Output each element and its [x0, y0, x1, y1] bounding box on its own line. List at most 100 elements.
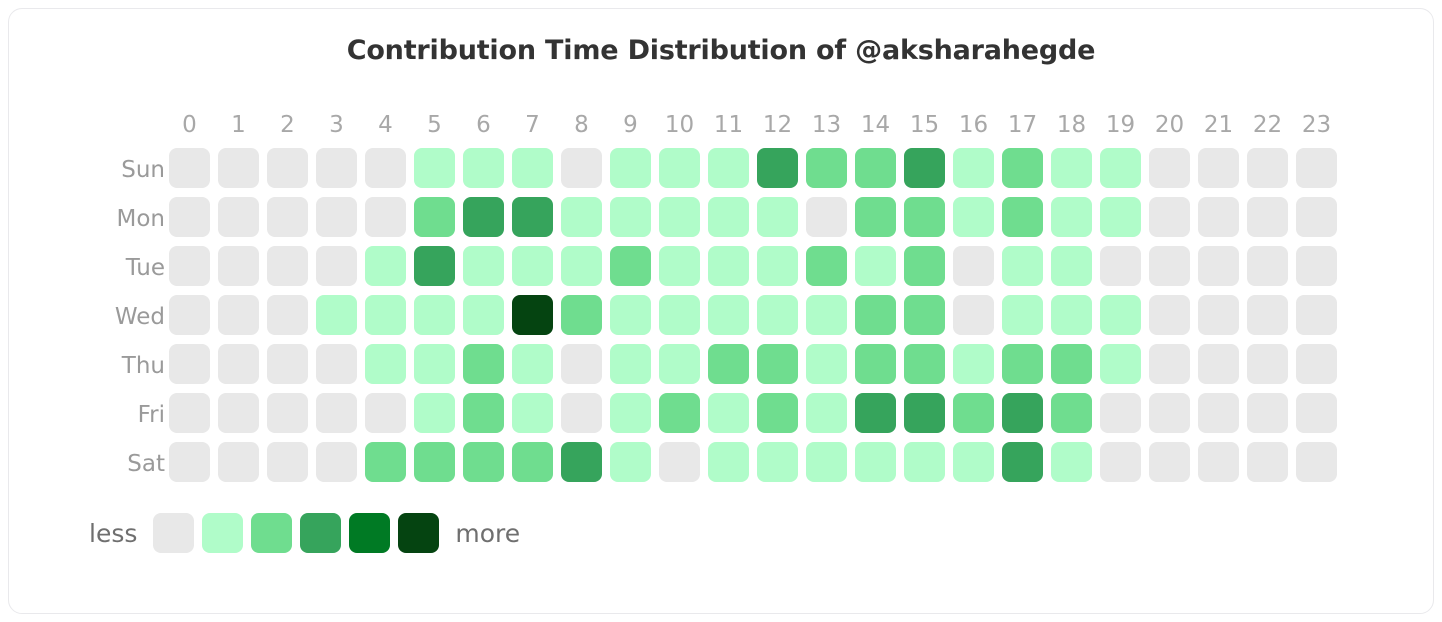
heatmap-cell-wed-3[interactable] — [312, 292, 361, 341]
heatmap-cell-fri-18[interactable] — [1047, 390, 1096, 439]
heatmap-cell-mon-16[interactable] — [949, 194, 998, 243]
heatmap-cell-fri-22[interactable] — [1243, 390, 1292, 439]
heatmap-cell-thu-9[interactable] — [606, 341, 655, 390]
heatmap-cell-sat-3[interactable] — [312, 439, 361, 488]
heatmap-cell-sun-12[interactable] — [753, 145, 802, 194]
heatmap-cell-sat-23[interactable] — [1292, 439, 1341, 488]
heatmap-cell-tue-1[interactable] — [214, 243, 263, 292]
heatmap-cell-wed-7[interactable] — [508, 292, 557, 341]
heatmap-cell-mon-8[interactable] — [557, 194, 606, 243]
heatmap-cell-tue-13[interactable] — [802, 243, 851, 292]
heatmap-cell-tue-22[interactable] — [1243, 243, 1292, 292]
heatmap-cell-mon-5[interactable] — [410, 194, 459, 243]
heatmap-cell-fri-16[interactable] — [949, 390, 998, 439]
heatmap-cell-tue-18[interactable] — [1047, 243, 1096, 292]
heatmap-cell-thu-19[interactable] — [1096, 341, 1145, 390]
heatmap-cell-wed-17[interactable] — [998, 292, 1047, 341]
heatmap-cell-mon-12[interactable] — [753, 194, 802, 243]
heatmap-cell-sun-17[interactable] — [998, 145, 1047, 194]
heatmap-cell-thu-10[interactable] — [655, 341, 704, 390]
heatmap-cell-sat-18[interactable] — [1047, 439, 1096, 488]
heatmap-cell-mon-19[interactable] — [1096, 194, 1145, 243]
heatmap-cell-wed-20[interactable] — [1145, 292, 1194, 341]
heatmap-cell-thu-14[interactable] — [851, 341, 900, 390]
heatmap-cell-mon-15[interactable] — [900, 194, 949, 243]
heatmap-cell-mon-21[interactable] — [1194, 194, 1243, 243]
heatmap-cell-sun-4[interactable] — [361, 145, 410, 194]
heatmap-cell-fri-19[interactable] — [1096, 390, 1145, 439]
heatmap-cell-fri-6[interactable] — [459, 390, 508, 439]
heatmap-cell-thu-22[interactable] — [1243, 341, 1292, 390]
heatmap-cell-mon-22[interactable] — [1243, 194, 1292, 243]
heatmap-cell-tue-10[interactable] — [655, 243, 704, 292]
heatmap-cell-wed-21[interactable] — [1194, 292, 1243, 341]
heatmap-cell-thu-11[interactable] — [704, 341, 753, 390]
heatmap-cell-thu-0[interactable] — [165, 341, 214, 390]
heatmap-cell-thu-20[interactable] — [1145, 341, 1194, 390]
heatmap-cell-sat-12[interactable] — [753, 439, 802, 488]
heatmap-cell-thu-5[interactable] — [410, 341, 459, 390]
heatmap-cell-wed-18[interactable] — [1047, 292, 1096, 341]
heatmap-cell-fri-0[interactable] — [165, 390, 214, 439]
heatmap-cell-wed-10[interactable] — [655, 292, 704, 341]
heatmap-cell-mon-10[interactable] — [655, 194, 704, 243]
heatmap-cell-sun-16[interactable] — [949, 145, 998, 194]
heatmap-cell-sun-9[interactable] — [606, 145, 655, 194]
heatmap-cell-wed-0[interactable] — [165, 292, 214, 341]
heatmap-cell-sun-3[interactable] — [312, 145, 361, 194]
heatmap-cell-thu-6[interactable] — [459, 341, 508, 390]
heatmap-cell-mon-7[interactable] — [508, 194, 557, 243]
heatmap-cell-sat-14[interactable] — [851, 439, 900, 488]
heatmap-cell-fri-12[interactable] — [753, 390, 802, 439]
heatmap-cell-fri-21[interactable] — [1194, 390, 1243, 439]
heatmap-cell-fri-4[interactable] — [361, 390, 410, 439]
heatmap-cell-sat-17[interactable] — [998, 439, 1047, 488]
heatmap-cell-wed-5[interactable] — [410, 292, 459, 341]
heatmap-cell-thu-8[interactable] — [557, 341, 606, 390]
heatmap-cell-sat-5[interactable] — [410, 439, 459, 488]
heatmap-cell-sat-2[interactable] — [263, 439, 312, 488]
heatmap-cell-sun-19[interactable] — [1096, 145, 1145, 194]
heatmap-cell-wed-19[interactable] — [1096, 292, 1145, 341]
heatmap-cell-sun-23[interactable] — [1292, 145, 1341, 194]
heatmap-cell-fri-23[interactable] — [1292, 390, 1341, 439]
heatmap-cell-fri-2[interactable] — [263, 390, 312, 439]
heatmap-cell-sat-0[interactable] — [165, 439, 214, 488]
heatmap-cell-thu-7[interactable] — [508, 341, 557, 390]
heatmap-cell-tue-12[interactable] — [753, 243, 802, 292]
heatmap-cell-fri-1[interactable] — [214, 390, 263, 439]
heatmap-cell-wed-9[interactable] — [606, 292, 655, 341]
heatmap-cell-tue-5[interactable] — [410, 243, 459, 292]
heatmap-cell-mon-23[interactable] — [1292, 194, 1341, 243]
heatmap-cell-mon-3[interactable] — [312, 194, 361, 243]
heatmap-cell-mon-17[interactable] — [998, 194, 1047, 243]
heatmap-cell-tue-23[interactable] — [1292, 243, 1341, 292]
heatmap-cell-wed-4[interactable] — [361, 292, 410, 341]
heatmap-cell-wed-8[interactable] — [557, 292, 606, 341]
heatmap-cell-thu-15[interactable] — [900, 341, 949, 390]
heatmap-cell-sat-11[interactable] — [704, 439, 753, 488]
heatmap-cell-mon-0[interactable] — [165, 194, 214, 243]
heatmap-cell-fri-14[interactable] — [851, 390, 900, 439]
heatmap-cell-tue-9[interactable] — [606, 243, 655, 292]
heatmap-cell-fri-15[interactable] — [900, 390, 949, 439]
heatmap-cell-tue-3[interactable] — [312, 243, 361, 292]
heatmap-cell-sun-15[interactable] — [900, 145, 949, 194]
heatmap-cell-sun-22[interactable] — [1243, 145, 1292, 194]
heatmap-cell-tue-2[interactable] — [263, 243, 312, 292]
heatmap-cell-tue-16[interactable] — [949, 243, 998, 292]
heatmap-cell-tue-19[interactable] — [1096, 243, 1145, 292]
heatmap-cell-tue-14[interactable] — [851, 243, 900, 292]
heatmap-cell-sat-22[interactable] — [1243, 439, 1292, 488]
heatmap-cell-sat-16[interactable] — [949, 439, 998, 488]
heatmap-cell-sat-1[interactable] — [214, 439, 263, 488]
heatmap-cell-fri-5[interactable] — [410, 390, 459, 439]
heatmap-cell-thu-18[interactable] — [1047, 341, 1096, 390]
heatmap-cell-mon-20[interactable] — [1145, 194, 1194, 243]
heatmap-cell-wed-16[interactable] — [949, 292, 998, 341]
heatmap-cell-mon-11[interactable] — [704, 194, 753, 243]
heatmap-cell-fri-17[interactable] — [998, 390, 1047, 439]
heatmap-cell-tue-20[interactable] — [1145, 243, 1194, 292]
heatmap-cell-sun-2[interactable] — [263, 145, 312, 194]
heatmap-cell-mon-6[interactable] — [459, 194, 508, 243]
